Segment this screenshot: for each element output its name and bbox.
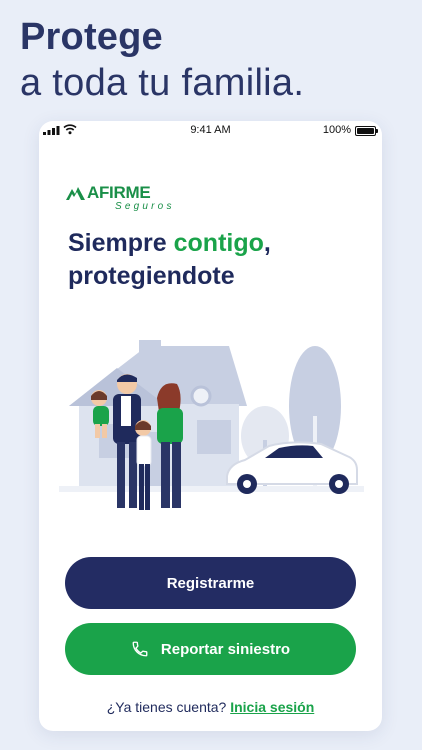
login-prompt: ¿Ya tienes cuenta? Inicia sesión bbox=[39, 699, 382, 715]
headline: Protege a toda tu familia. bbox=[20, 14, 410, 106]
tagline-prefix: Siempre bbox=[68, 229, 167, 257]
login-link[interactable]: Inicia sesión bbox=[230, 699, 314, 715]
report-claim-label: Reportar siniestro bbox=[160, 640, 291, 658]
tagline-accent: contigo bbox=[173, 229, 264, 257]
tagline-suffix: , bbox=[263, 229, 271, 257]
family-illustration bbox=[59, 340, 364, 510]
register-button-label: Registrarme bbox=[166, 574, 255, 592]
headline-line1: Protege bbox=[20, 16, 163, 58]
register-button[interactable]: Registrarme bbox=[65, 557, 356, 609]
status-bar: 9:41 AM 100% bbox=[39, 121, 382, 141]
phone-screen: 9:41 AM 100% AFIRME Seguros Siempre cont… bbox=[39, 121, 382, 731]
report-claim-button[interactable]: Reportar siniestro bbox=[65, 623, 356, 675]
login-prompt-text: ¿Ya tienes cuenta? bbox=[106, 699, 227, 715]
headline-line2: a toda tu familia. bbox=[20, 62, 305, 104]
brand-subname: Seguros bbox=[115, 201, 175, 212]
afirme-logo-icon bbox=[66, 187, 85, 200]
battery-icon bbox=[355, 126, 378, 136]
battery-percent: 100% bbox=[322, 124, 351, 136]
brand-name: AFIRME bbox=[87, 183, 151, 202]
tagline-line2: protegiendote bbox=[68, 262, 235, 290]
phone-icon bbox=[131, 640, 149, 658]
tagline: Siempre contigo, protegiendote bbox=[68, 227, 368, 293]
